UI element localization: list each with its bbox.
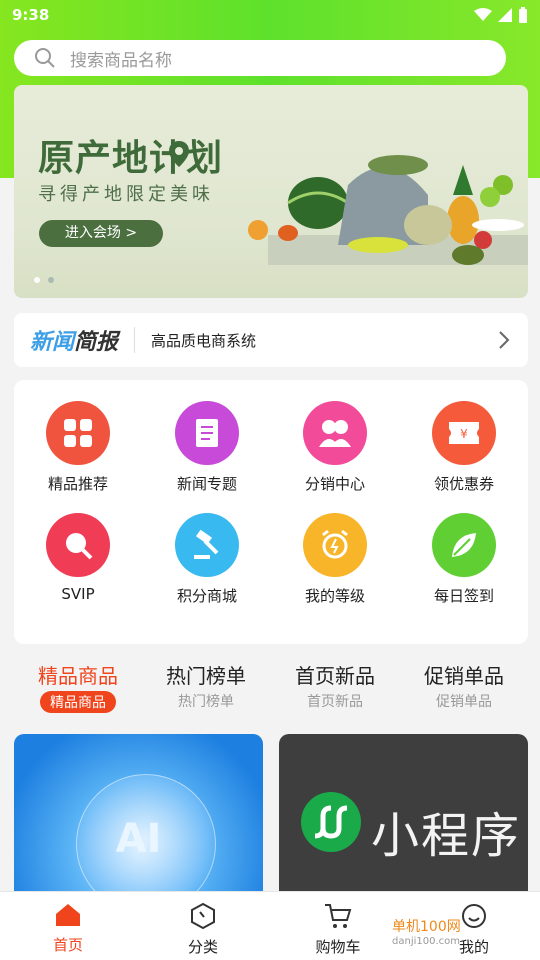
nav-home[interactable]: 首页 <box>18 902 118 955</box>
banner-title: 原产地计划 <box>38 138 224 179</box>
tab-subtitle: 促销单品 <box>436 694 492 710</box>
profile-icon <box>462 904 486 928</box>
category-icon <box>191 902 215 930</box>
search-placeholder: 搜索商品名称 <box>70 50 172 71</box>
product-image-text: 小程序 <box>371 808 522 864</box>
tab-subtitle: 热门榜单 <box>178 694 234 710</box>
nav-label: 首页 <box>52 936 83 954</box>
grid-label: SVIP <box>61 585 95 603</box>
watermark-text: 单机100网 <box>392 919 461 935</box>
document-icon <box>175 401 239 465</box>
tab-hot[interactable]: 热门榜单 热门榜单 <box>142 660 270 711</box>
enter-venue-button[interactable]: 进入会场 > <box>39 220 163 247</box>
grid-item-featured[interactable]: 精品推荐 <box>18 401 138 494</box>
tab-title: 促销单品 <box>424 664 504 688</box>
svg-text:¥: ¥ <box>460 427 468 441</box>
location-pin-icon <box>169 141 189 167</box>
coupon-icon: ¥ <box>432 401 496 465</box>
grid-label: 精品推荐 <box>47 475 108 493</box>
banner-subtitle: 寻得产地限定美味 <box>38 184 214 205</box>
search-bar[interactable]: 搜索商品名称 <box>14 40 506 76</box>
status-bar: 9:38 <box>0 0 540 30</box>
nav-label: 购物车 <box>315 938 361 956</box>
grid-label: 我的等级 <box>304 587 365 605</box>
status-time: 9:38 <box>12 6 50 24</box>
promo-banner[interactable]: 原产地计划 寻得产地限定美味 进入会场 > <box>14 85 528 298</box>
chevron-right-icon[interactable] <box>498 330 510 350</box>
tab-title: 首页新品 <box>295 664 375 688</box>
product-tabs: 精品商品 精品商品 热门榜单 热门榜单 首页新品 首页新品 促销单品 促销单品 <box>14 660 528 720</box>
watermark-subtext: danji100.com <box>392 936 460 947</box>
tab-new[interactable]: 首页新品 首页新品 <box>271 660 399 711</box>
news-logo-part1: 新闻 <box>30 330 75 355</box>
nav-cart[interactable]: 购物车 <box>288 902 388 957</box>
nav-category[interactable]: 分类 <box>153 902 253 957</box>
grid-item-news[interactable]: 新闻专题 <box>147 401 267 494</box>
users-icon <box>303 401 367 465</box>
tab-title: 热门榜单 <box>166 664 246 688</box>
grid-icon <box>46 401 110 465</box>
grid-label: 积分商城 <box>176 587 237 605</box>
magnifier-icon <box>46 513 110 577</box>
fruit-illustration <box>248 155 528 265</box>
status-icons <box>474 7 528 23</box>
alarm-clock-icon <box>303 513 367 577</box>
grid-label: 领优惠券 <box>433 475 494 493</box>
signal-icon <box>498 8 512 22</box>
home-icon <box>56 904 80 926</box>
pagination-dot[interactable] <box>48 277 54 283</box>
grid-label: 新闻专题 <box>176 475 237 493</box>
miniprogram-logo-icon <box>301 792 361 852</box>
watermark: 单机100网 danji100.com <box>392 916 461 947</box>
grid-item-coupon[interactable]: ¥ 领优惠券 <box>404 401 524 494</box>
tab-subtitle: 首页新品 <box>307 694 363 710</box>
grid-item-points-mall[interactable]: 积分商城 <box>147 513 267 606</box>
tab-featured[interactable]: 精品商品 精品商品 <box>14 660 142 713</box>
gavel-icon <box>175 513 239 577</box>
grid-label: 分销中心 <box>304 475 365 493</box>
product-card-ai[interactable]: AI <box>14 734 263 891</box>
tab-promotion[interactable]: 促销单品 促销单品 <box>400 660 528 711</box>
news-headline[interactable]: 高品质电商系统 <box>151 330 256 351</box>
grid-item-distribution[interactable]: 分销中心 <box>275 401 395 494</box>
grid-item-svip[interactable]: SVIP <box>18 513 138 603</box>
banner-pagination <box>34 277 54 283</box>
leaf-icon <box>432 513 496 577</box>
tab-title: 精品商品 <box>38 664 118 688</box>
product-card-miniprogram[interactable]: 小程序 <box>279 734 528 891</box>
search-icon <box>35 48 55 68</box>
product-image-text: AI <box>115 816 162 862</box>
nav-label: 分类 <box>187 938 218 956</box>
grid-item-checkin[interactable]: 每日签到 <box>404 513 524 606</box>
shortcut-grid: 精品推荐 新闻专题 分销中心 ¥ 领优惠券 SVIP 积分商城 我的等级 每日签… <box>14 380 528 644</box>
tab-subtitle: 精品商品 <box>40 691 116 713</box>
grid-item-level[interactable]: 我的等级 <box>275 513 395 606</box>
divider <box>134 327 136 353</box>
news-ticker[interactable]: 新闻简报 高品质电商系统 <box>14 313 528 367</box>
cart-icon <box>325 904 352 928</box>
news-logo: 新闻简报 <box>30 324 118 356</box>
wifi-icon <box>474 8 492 21</box>
grid-label: 每日签到 <box>433 587 494 605</box>
pagination-dot-active[interactable] <box>34 277 40 283</box>
battery-icon <box>519 7 527 23</box>
news-logo-part2: 简报 <box>74 330 119 355</box>
